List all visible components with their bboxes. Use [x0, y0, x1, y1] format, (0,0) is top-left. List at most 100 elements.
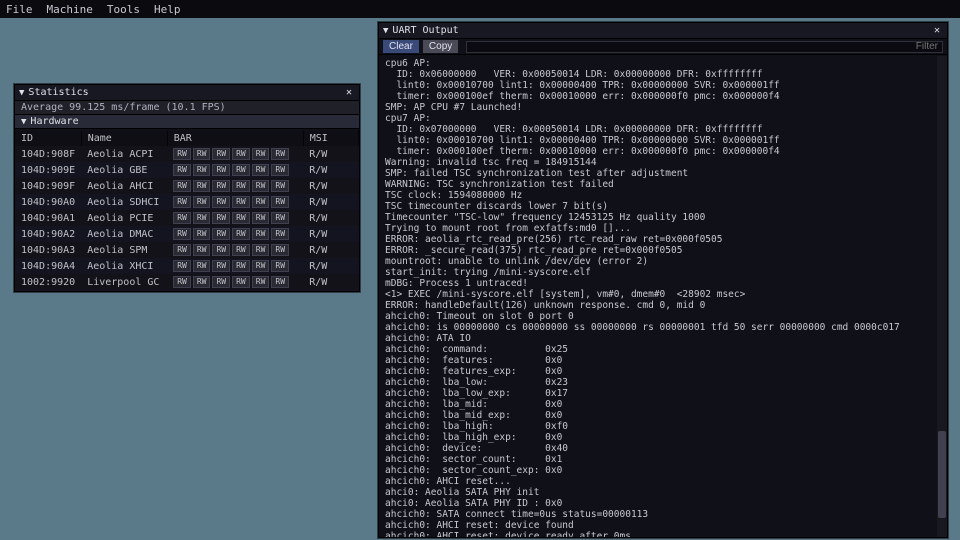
rw-button[interactable]: RW — [173, 260, 191, 272]
uart-scrollbar[interactable] — [937, 56, 947, 537]
rw-button[interactable]: RW — [271, 276, 289, 288]
cell-id: 104D:908F — [15, 146, 81, 162]
rw-button[interactable]: RW — [173, 212, 191, 224]
rw-button[interactable]: RW — [193, 180, 211, 192]
rw-button[interactable]: RW — [193, 148, 211, 160]
rw-button[interactable]: RW — [212, 212, 230, 224]
rw-button[interactable]: RW — [193, 212, 211, 224]
table-row: 104D:90A1Aeolia PCIERWRWRWRWRWRWR/W — [15, 210, 359, 226]
cell-bar: RWRWRWRWRWRW — [167, 162, 303, 178]
copy-button[interactable]: Copy — [423, 40, 458, 53]
rw-button[interactable]: RW — [212, 148, 230, 160]
filter-input[interactable] — [466, 41, 943, 53]
col-bar[interactable]: BAR — [167, 131, 303, 146]
rw-button[interactable]: RW — [232, 164, 250, 176]
uart-log: cpu6 AP: ID: 0x06000000 VER: 0x00050014 … — [379, 56, 937, 537]
rw-button[interactable]: RW — [173, 244, 191, 256]
rw-button[interactable]: RW — [252, 260, 270, 272]
cell-name: Liverpool GC — [81, 274, 167, 290]
cell-msi: R/W — [303, 258, 358, 274]
rw-button[interactable]: RW — [212, 276, 230, 288]
rw-button[interactable]: RW — [232, 276, 250, 288]
cell-name: Liverpool HDAC — [81, 290, 167, 291]
rw-button[interactable]: RW — [271, 212, 289, 224]
clear-button[interactable]: Clear — [383, 40, 419, 53]
rw-button[interactable]: RW — [173, 148, 191, 160]
rw-button[interactable]: RW — [252, 164, 270, 176]
rw-button[interactable]: RW — [252, 196, 270, 208]
rw-button[interactable]: RW — [232, 148, 250, 160]
rw-button[interactable]: RW — [252, 276, 270, 288]
rw-button[interactable]: RW — [193, 164, 211, 176]
rw-button[interactable]: RW — [173, 276, 191, 288]
rw-button[interactable]: RW — [271, 228, 289, 240]
menu-tools[interactable]: Tools — [107, 3, 140, 16]
rw-button[interactable]: RW — [232, 196, 250, 208]
rw-button[interactable]: RW — [173, 164, 191, 176]
rw-button[interactable]: RW — [232, 260, 250, 272]
collapse-icon: ▼ — [21, 117, 26, 127]
cell-id: 104D:90A2 — [15, 226, 81, 242]
rw-button[interactable]: RW — [212, 228, 230, 240]
rw-button[interactable]: RW — [252, 244, 270, 256]
cell-msi: R/W — [303, 226, 358, 242]
close-icon[interactable]: ✕ — [931, 25, 943, 36]
cell-bar: RWRWRWRWRWRW — [167, 146, 303, 162]
rw-button[interactable]: RW — [232, 228, 250, 240]
rw-button[interactable]: RW — [271, 260, 289, 272]
rw-button[interactable]: RW — [232, 244, 250, 256]
rw-button[interactable]: RW — [252, 180, 270, 192]
cell-bar: RWRWRWRWRWRW — [167, 242, 303, 258]
rw-button[interactable]: RW — [252, 228, 270, 240]
rw-button[interactable]: RW — [271, 180, 289, 192]
rw-button[interactable]: RW — [212, 180, 230, 192]
rw-button[interactable]: RW — [271, 244, 289, 256]
rw-button[interactable]: RW — [232, 212, 250, 224]
table-row: 104D:90A0Aeolia SDHCIRWRWRWRWRWRWR/W — [15, 194, 359, 210]
cell-name: Aeolia XHCI — [81, 258, 167, 274]
rw-button[interactable]: RW — [193, 260, 211, 272]
uart-toolbar: Clear Copy — [379, 39, 947, 55]
hardware-label: Hardware — [30, 116, 78, 127]
table-row: 1002:9920Liverpool GCRWRWRWRWRWRWR/W — [15, 274, 359, 290]
cell-msi: R/W — [303, 242, 358, 258]
rw-button[interactable]: RW — [173, 180, 191, 192]
rw-button[interactable]: RW — [193, 228, 211, 240]
table-row: 104D:90A3Aeolia SPMRWRWRWRWRWRWR/W — [15, 242, 359, 258]
statistics-titlebar[interactable]: ▼ Statistics ✕ — [15, 85, 359, 101]
close-icon[interactable]: ✕ — [343, 87, 355, 98]
rw-button[interactable]: RW — [173, 196, 191, 208]
rw-button[interactable]: RW — [173, 228, 191, 240]
rw-button[interactable]: RW — [212, 260, 230, 272]
rw-button[interactable]: RW — [271, 196, 289, 208]
rw-button[interactable]: RW — [252, 148, 270, 160]
rw-button[interactable]: RW — [271, 148, 289, 160]
rw-button[interactable]: RW — [212, 196, 230, 208]
rw-button[interactable]: RW — [193, 244, 211, 256]
statistics-panel: ▼ Statistics ✕ Average 99.125 ms/frame (… — [14, 84, 360, 292]
cell-id: 1002:9920 — [15, 274, 81, 290]
menu-file[interactable]: File — [6, 3, 33, 16]
uart-scroll-thumb[interactable] — [938, 431, 946, 518]
cell-name: Aeolia GBE — [81, 162, 167, 178]
menu-machine[interactable]: Machine — [47, 3, 93, 16]
rw-button[interactable]: RW — [193, 196, 211, 208]
rw-button[interactable]: RW — [252, 212, 270, 224]
uart-panel: ▼ UART Output ✕ Clear Copy cpu6 AP: ID: … — [378, 22, 948, 538]
cell-bar: RWRWRWRWRWRW — [167, 178, 303, 194]
menu-help[interactable]: Help — [154, 3, 181, 16]
col-msi[interactable]: MSI — [303, 131, 358, 146]
rw-button[interactable]: RW — [212, 244, 230, 256]
col-name[interactable]: Name — [81, 131, 167, 146]
collapse-icon: ▼ — [19, 88, 24, 98]
rw-button[interactable]: RW — [193, 276, 211, 288]
cell-name: Aeolia SPM — [81, 242, 167, 258]
rw-button[interactable]: RW — [271, 164, 289, 176]
rw-button[interactable]: RW — [232, 180, 250, 192]
col-id[interactable]: ID — [15, 131, 81, 146]
cell-msi: R/W — [303, 194, 358, 210]
rw-button[interactable]: RW — [212, 164, 230, 176]
main-menubar: File Machine Tools Help — [0, 0, 960, 18]
hardware-header[interactable]: ▼ Hardware — [15, 115, 359, 129]
uart-titlebar[interactable]: ▼ UART Output ✕ — [379, 23, 947, 39]
